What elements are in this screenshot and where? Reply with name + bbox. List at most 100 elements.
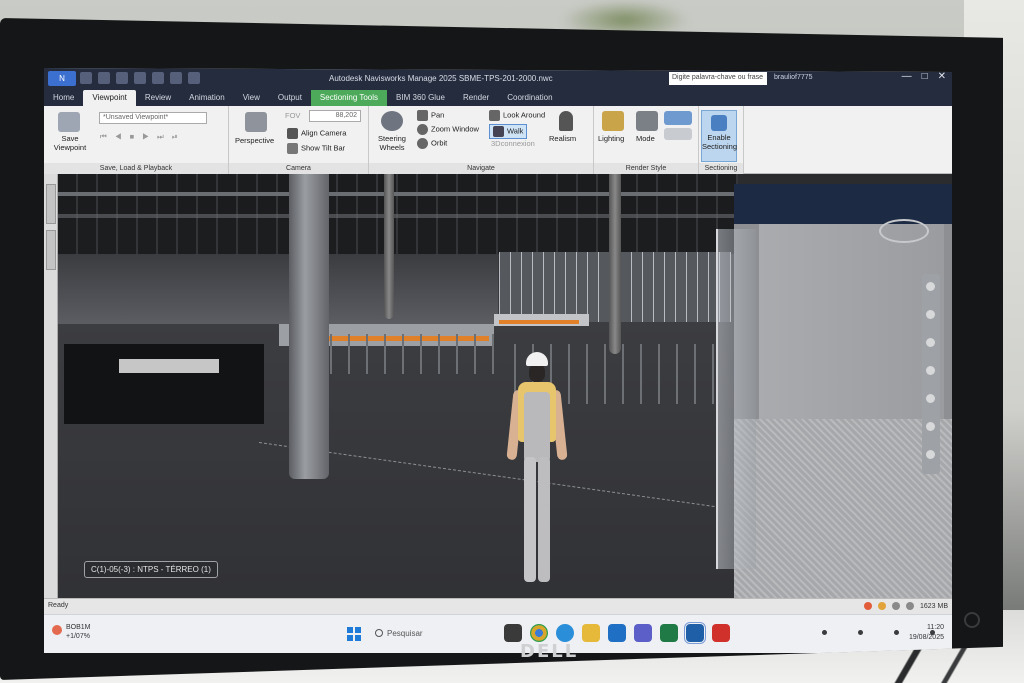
monitor-button[interactable]	[894, 630, 899, 635]
edge-icon[interactable]	[556, 624, 574, 642]
acrobat-icon[interactable]	[712, 624, 730, 642]
clock-date: 19/08/2025	[908, 634, 944, 641]
room-floor	[734, 419, 952, 614]
excel-icon[interactable]	[660, 624, 678, 642]
ceiling-beam	[58, 214, 738, 218]
viewpoint-location-label: C(1)-05(-3) : NTPS - TÉRREO (1)	[84, 561, 218, 578]
system-clock[interactable]: 11:20 19/08/2025	[909, 623, 944, 643]
viewcube-icon[interactable]	[879, 219, 929, 243]
tab-coordination[interactable]: Coordination	[498, 90, 561, 106]
panel-render-style: Lighting Mode Render Style	[594, 106, 699, 174]
avatar-leg	[538, 457, 550, 582]
tab-render[interactable]: Render	[454, 90, 498, 106]
windows-start-icon[interactable]	[347, 627, 361, 641]
pan-nav-icon[interactable]	[926, 310, 935, 319]
close-button[interactable]: ✕	[938, 71, 946, 82]
side-tab-properties[interactable]	[46, 184, 56, 224]
chrome-icon[interactable]	[530, 624, 548, 642]
save-viewpoint-button[interactable]: Save Viewpoint	[52, 134, 88, 152]
zoom-nav-icon[interactable]	[926, 338, 935, 347]
look-nav-icon[interactable]	[926, 394, 935, 403]
tab-home[interactable]: Home	[44, 90, 83, 106]
maximize-button[interactable]: □	[922, 71, 928, 82]
lighting-button[interactable]: Lighting	[598, 134, 624, 143]
full-navigation-wheel-icon[interactable]	[926, 282, 935, 291]
undo-icon[interactable]	[152, 72, 164, 84]
redo-icon[interactable]	[170, 72, 182, 84]
user-account[interactable]: brauliof7775	[774, 74, 813, 81]
monitor-button[interactable]	[930, 630, 935, 635]
pan-button[interactable]: Pan	[417, 110, 444, 121]
avatar-head	[529, 364, 545, 382]
tab-output[interactable]: Output	[269, 90, 311, 106]
status-indicator-icon[interactable]	[905, 602, 914, 610]
outlook-icon[interactable]	[608, 624, 626, 642]
enable-sectioning-button[interactable]: Enable Sectioning	[701, 110, 737, 162]
perspective-button[interactable]: Perspective	[235, 136, 274, 145]
file-explorer-icon[interactable]	[504, 624, 522, 642]
select-nav-icon[interactable]	[926, 450, 935, 459]
orbit-button[interactable]: Orbit	[417, 138, 447, 149]
panel-title-render: Render Style	[594, 163, 698, 174]
tab-animation[interactable]: Animation	[180, 90, 234, 106]
screen: N Autodesk Navisworks Manage 2025 SBME-T…	[44, 68, 952, 653]
look-around-button[interactable]: Look Around	[489, 110, 545, 121]
status-indicator-icon[interactable]	[891, 602, 900, 610]
tab-viewpoint[interactable]: Viewpoint	[83, 90, 136, 106]
save-icon[interactable]	[116, 72, 128, 84]
tab-sectioning-tools[interactable]: Sectioning Tools	[310, 90, 388, 106]
tab-review[interactable]: Review	[136, 90, 180, 106]
render-options-2-icon[interactable]	[664, 128, 692, 140]
3d-viewport[interactable]: C(1)-05(-3) : NTPS - TÉRREO (1)	[44, 174, 952, 614]
show-tilt-bar-button[interactable]: Show Tilt Bar	[287, 143, 345, 154]
application-menu-button[interactable]: N	[48, 71, 76, 86]
3dconnexion-button[interactable]: 3Dconnexion	[491, 139, 535, 148]
help-search-input[interactable]: Digite palavra-chave ou frase	[669, 72, 767, 85]
monitor-button[interactable]	[858, 630, 863, 635]
tab-view[interactable]: View	[234, 90, 269, 106]
look-around-icon	[489, 110, 500, 121]
taskbar-search-box[interactable]: Pesquisar	[369, 625, 494, 643]
power-button-icon[interactable]	[964, 612, 980, 628]
look-around-label: Look Around	[503, 110, 546, 120]
align-camera-icon	[287, 128, 298, 139]
folder-icon[interactable]	[582, 624, 600, 642]
side-tab-selection-tree[interactable]	[46, 230, 56, 270]
orbit-nav-icon[interactable]	[926, 366, 935, 375]
playback-controls[interactable]: ⏮ ◀ ■ ▶ ⏭ ⏯	[100, 132, 181, 142]
teams-icon[interactable]	[634, 624, 652, 642]
steering-wheels-button[interactable]: Steering Wheels	[374, 134, 410, 152]
open-icon[interactable]	[98, 72, 110, 84]
zoom-window-button[interactable]: Zoom Window	[417, 124, 479, 135]
weather-widget[interactable]: BOB1M +1/07%	[66, 623, 91, 641]
reception-desk	[64, 344, 264, 424]
status-indicator-icon[interactable]	[877, 602, 886, 610]
minimize-button[interactable]: —	[902, 71, 912, 82]
status-indicator-icon[interactable]	[863, 602, 872, 610]
zoom-icon	[417, 124, 428, 135]
fov-input[interactable]: 88,202	[309, 110, 361, 122]
render-options-icon[interactable]	[664, 111, 692, 125]
viewpoint-dropdown[interactable]: *Unsaved Viewpoint*	[99, 112, 207, 124]
search-icon	[375, 629, 383, 637]
memory-usage: 1623 MB	[919, 602, 948, 610]
taskbar-apps	[504, 622, 730, 644]
print-icon[interactable]	[134, 72, 146, 84]
refresh-icon[interactable]	[188, 72, 200, 84]
weather-temp: BOB1M	[66, 624, 91, 631]
monitor-button[interactable]	[822, 630, 827, 635]
mode-button[interactable]: Mode	[636, 134, 655, 143]
walk-nav-icon[interactable]	[926, 422, 935, 431]
avatar-leg	[524, 457, 536, 582]
walk-button[interactable]: Walk	[489, 124, 528, 139]
weather-icon[interactable]	[52, 625, 62, 635]
tab-bim360-glue[interactable]: BIM 360 Glue	[387, 90, 454, 106]
navisworks-icon[interactable]	[684, 622, 706, 644]
align-camera-button[interactable]: Align Camera	[287, 128, 346, 139]
new-icon[interactable]	[80, 72, 92, 84]
side-panel-tabs	[44, 174, 58, 614]
camera-save-icon	[58, 112, 80, 132]
realism-button[interactable]: Realism	[549, 134, 576, 143]
status-text: Ready	[48, 602, 69, 609]
panel-sectioning: Enable Sectioning Sectioning	[699, 106, 744, 174]
